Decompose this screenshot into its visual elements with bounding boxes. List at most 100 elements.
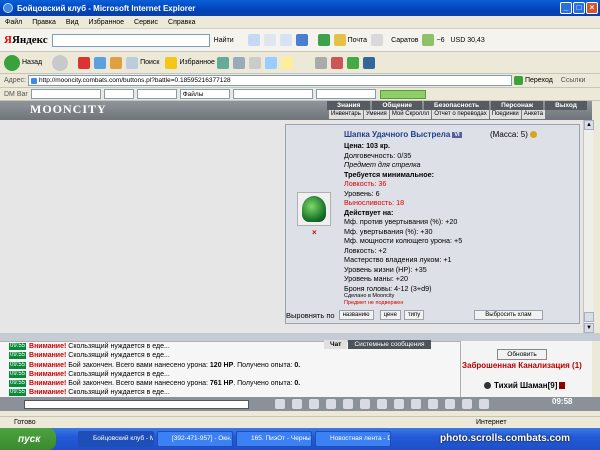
- favorites-button[interactable]: Избранное: [179, 59, 214, 66]
- sort-by-price-button[interactable]: цене: [379, 310, 401, 320]
- go-button[interactable]: Переход: [525, 77, 553, 84]
- menu-favorites[interactable]: Избранное: [84, 19, 129, 26]
- dm-select-3[interactable]: [136, 89, 177, 99]
- dm-select-2[interactable]: [103, 89, 134, 99]
- star-icon[interactable]: [165, 56, 178, 69]
- smile-icon[interactable]: [360, 399, 370, 409]
- chat-input[interactable]: [24, 399, 249, 409]
- go-arrow-icon[interactable]: [513, 76, 523, 85]
- game-menu-communication[interactable]: Общение: [372, 101, 423, 110]
- home-icon[interactable]: [279, 34, 292, 46]
- game-menu-exit[interactable]: Выход: [545, 101, 587, 110]
- links-label[interactable]: Ссылки: [561, 77, 586, 84]
- sort-by-type-button[interactable]: типу: [403, 310, 425, 320]
- print-icon[interactable]: [248, 56, 261, 69]
- weather-city[interactable]: Саратов: [391, 37, 418, 44]
- drop-item-icon[interactable]: ×: [312, 228, 317, 237]
- search-icon[interactable]: [126, 56, 139, 69]
- tool-a-icon[interactable]: [411, 399, 421, 409]
- stop-icon[interactable]: [78, 56, 91, 69]
- menu-tools[interactable]: Сервис: [129, 19, 163, 26]
- vertical-scrollbar[interactable]: ▲ ▼: [583, 120, 594, 333]
- clear-icon[interactable]: [292, 399, 302, 409]
- player-name[interactable]: Тихий Шаман: [494, 381, 548, 390]
- tool-icon-2[interactable]: [330, 56, 343, 69]
- ya-bar-icon[interactable]: [317, 34, 330, 46]
- task-chat[interactable]: [392-471-957] - Окн...: [157, 431, 233, 447]
- translit-icon[interactable]: [377, 399, 387, 409]
- currency-rate[interactable]: USD 30,43: [450, 37, 484, 44]
- back-arrow-icon[interactable]: [4, 54, 20, 71]
- tool-icon-1[interactable]: [314, 56, 327, 69]
- game-menu-skills[interactable]: Умения: [363, 110, 389, 119]
- chat-timestamp[interactable]: 09:55: [9, 380, 27, 388]
- sort-by-name-button[interactable]: названию: [338, 310, 374, 320]
- scroll-up-icon[interactable]: ▲: [584, 120, 594, 130]
- bubble-icon[interactable]: [263, 34, 276, 46]
- minimize-button[interactable]: _: [560, 2, 572, 14]
- chat-log[interactable]: 09:55 Внимание! Скользящий нуждается в ед…: [0, 341, 460, 397]
- history-icon[interactable]: [216, 56, 229, 69]
- tab-system-messages[interactable]: Системные сообщения: [348, 340, 431, 349]
- yandex-find-button[interactable]: Найти: [214, 37, 234, 44]
- tab-chat[interactable]: Чат: [324, 340, 348, 349]
- note-icon[interactable]: [280, 56, 293, 69]
- player-info-icon[interactable]: [559, 382, 566, 390]
- chat-timestamp[interactable]: 09:55: [9, 343, 27, 350]
- tool-icon-4[interactable]: [362, 56, 375, 69]
- start-button[interactable]: пуск: [0, 428, 56, 450]
- pencil-icon[interactable]: [247, 34, 260, 46]
- item-name-text[interactable]: Шапка Удачного Выстрела: [344, 130, 450, 139]
- task-news[interactable]: Новостная лента - D...: [315, 431, 391, 447]
- chat-timestamp[interactable]: 09:55: [9, 370, 27, 378]
- chat-timestamp[interactable]: 09:55: [9, 361, 27, 369]
- tool-b-icon[interactable]: [428, 399, 438, 409]
- dm-select-6[interactable]: [315, 89, 376, 99]
- throw-junk-button[interactable]: Выбросить хлам: [474, 310, 543, 320]
- private-icon[interactable]: [343, 399, 353, 409]
- location-name[interactable]: Заброшенная Канализация (1): [462, 361, 592, 371]
- player-entry[interactable]: Тихий Шаман[9]: [484, 381, 566, 390]
- game-menu-profile[interactable]: Анкета: [521, 110, 545, 119]
- home-page-icon[interactable]: [110, 56, 123, 69]
- mail-toolbar-icon[interactable]: [232, 56, 245, 69]
- task-combats[interactable]: Бойцовский клуб - M...: [78, 431, 154, 447]
- gear-icon[interactable]: [371, 34, 384, 46]
- scroll-lock-icon[interactable]: [326, 399, 336, 409]
- forward-arrow-icon[interactable]: [52, 54, 69, 71]
- menu-edit[interactable]: Правка: [27, 19, 61, 26]
- edit-icon[interactable]: [264, 56, 277, 69]
- tool-c-icon[interactable]: [445, 399, 455, 409]
- page-icon[interactable]: [295, 34, 308, 46]
- yandex-logo[interactable]: ЯЯндекс: [4, 34, 48, 46]
- menu-file[interactable]: Файл: [0, 19, 27, 26]
- mail-label[interactable]: Почта: [348, 37, 367, 44]
- game-menu-transfers[interactable]: Отчет о переводах: [432, 110, 489, 119]
- game-menu-character[interactable]: Персонаж: [491, 101, 544, 110]
- tool-e-icon[interactable]: [479, 399, 489, 409]
- yandex-search-input[interactable]: [51, 33, 210, 47]
- game-menu-inventory[interactable]: Инвентарь: [329, 110, 363, 119]
- files-select[interactable]: Файлы: [179, 89, 230, 99]
- dm-select-1[interactable]: [30, 89, 101, 99]
- game-menu-scroll[interactable]: Мой Скроллл: [389, 110, 432, 119]
- tool-icon-3[interactable]: [346, 56, 359, 69]
- address-input[interactable]: http://mooncity.combats.com/buttons.pl?b…: [27, 75, 512, 86]
- game-menu-duels[interactable]: Поединки: [489, 110, 521, 119]
- item-thumbnail[interactable]: [297, 192, 331, 226]
- dm-select-5[interactable]: [232, 89, 313, 99]
- frame-divider[interactable]: [0, 333, 600, 341]
- scroll-thumb[interactable]: [584, 312, 594, 322]
- task-music[interactable]: 165. ПиэОт - Черны...: [236, 431, 312, 447]
- maximize-button[interactable]: □: [573, 2, 585, 14]
- scroll-down-icon[interactable]: ▼: [584, 323, 594, 333]
- refresh-icon[interactable]: [94, 56, 107, 69]
- refresh-button[interactable]: Обновить: [497, 349, 547, 360]
- chat-timestamp[interactable]: 09:55: [9, 389, 27, 397]
- chat-timestamp[interactable]: 09:55: [9, 352, 27, 360]
- back-button[interactable]: Назад: [22, 59, 42, 66]
- filter-icon[interactable]: [309, 399, 319, 409]
- close-button[interactable]: ×: [586, 2, 598, 14]
- game-menu-security[interactable]: Безопасность: [424, 101, 490, 110]
- settings-icon[interactable]: [394, 399, 404, 409]
